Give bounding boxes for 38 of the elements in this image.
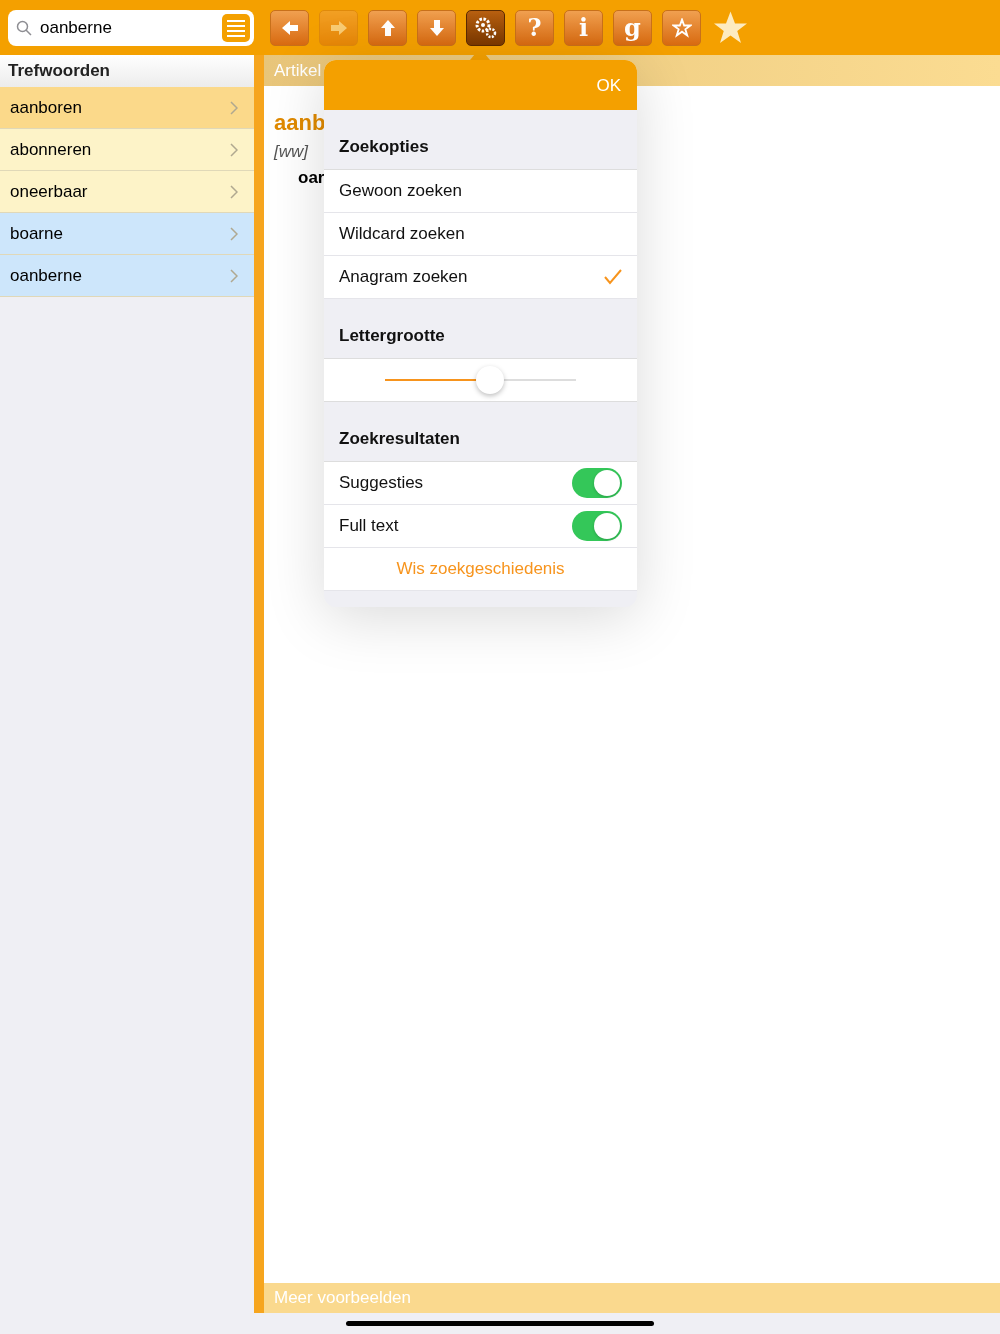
menu-icon[interactable] <box>222 13 250 42</box>
translation: oar <box>298 168 325 188</box>
toggle-switch[interactable] <box>572 468 622 498</box>
chevron-icon <box>230 184 238 199</box>
sidebar-item[interactable]: boarne <box>0 213 254 255</box>
headword: aanb <box>274 110 326 136</box>
chevron-icon <box>230 142 238 157</box>
sidebar-item[interactable]: oneerbaar <box>0 171 254 213</box>
word-class: [ww] <box>274 142 308 162</box>
font-size-slider[interactable] <box>385 365 576 395</box>
search-field[interactable]: oanberne <box>38 16 216 39</box>
search-option[interactable]: Anagram zoeken <box>324 256 637 299</box>
settings-button[interactable] <box>466 9 505 46</box>
search-option[interactable]: Gewoon zoeken <box>324 170 637 213</box>
sidebar-item[interactable]: oanberne <box>0 255 254 297</box>
favorite-button[interactable] <box>662 9 701 46</box>
sidebar-item[interactable]: aanboren <box>0 87 254 129</box>
up-button[interactable] <box>368 9 407 46</box>
toggle-label: Full text <box>339 516 399 536</box>
settings-icon <box>473 15 498 40</box>
chevron-icon <box>230 226 238 241</box>
slider-thumb[interactable] <box>476 366 505 394</box>
search-option[interactable]: Wildcard zoeken <box>324 213 637 256</box>
chevron-icon <box>230 268 238 283</box>
search-field[interactable]: oanberne <box>8 9 254 46</box>
star-outline-icon <box>671 17 692 38</box>
article-header-title: Artikel <box>274 61 322 80</box>
sidebar-item[interactable]: abonneren <box>0 129 254 171</box>
chevron-icon <box>230 100 238 115</box>
toggle-label: Suggesties <box>339 473 424 493</box>
sidebar-title: Trefwoorden <box>0 55 254 87</box>
down-button[interactable] <box>417 9 456 46</box>
back-button[interactable] <box>270 9 309 46</box>
search-icon <box>16 19 32 36</box>
toggle-switch[interactable] <box>572 511 622 541</box>
section-title: Lettergrootte <box>339 326 445 346</box>
section-title: Zoekresultaten <box>339 429 460 449</box>
section-title: Zoekopties <box>339 137 429 157</box>
